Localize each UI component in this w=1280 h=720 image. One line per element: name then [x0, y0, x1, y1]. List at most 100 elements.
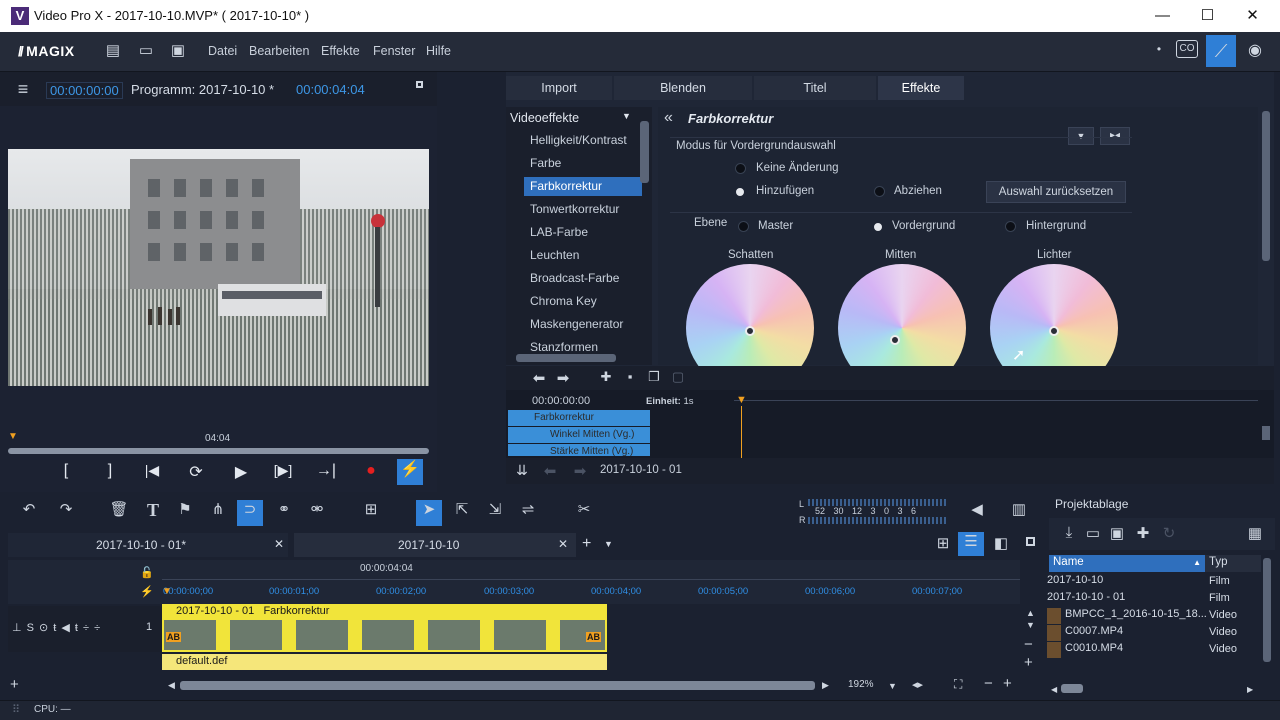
tab-titel[interactable]: Titel [754, 76, 876, 100]
save-icon[interactable]: ▣ [168, 41, 188, 59]
keyframe-playhead-icon[interactable]: ▼ [736, 394, 747, 406]
grid-view-icon[interactable]: ▦ [1245, 524, 1265, 542]
effect-helligkeit[interactable]: Helligkeit/Kontrast [524, 131, 642, 150]
play-range-button[interactable]: [▶] [266, 462, 300, 484]
track-scroll-up-icon[interactable]: ▲ [1026, 608, 1035, 618]
tab-close-icon-2[interactable]: ✕ [558, 537, 568, 551]
effect-chroma-key[interactable]: Chroma Key [524, 292, 642, 311]
close-button[interactable]: ✕ [1230, 4, 1275, 28]
kf-scrollbar[interactable] [1262, 426, 1270, 440]
wheel-schatten[interactable] [686, 264, 816, 366]
effect-farbkorrektur[interactable]: Farbkorrektur [524, 177, 642, 196]
effect-maskengenerator[interactable]: Maskengenerator [524, 315, 642, 334]
project-row-0[interactable]: 2017-10-10 Film [1047, 574, 1230, 587]
effects-list-hscrollbar[interactable] [516, 354, 616, 362]
col-type-header[interactable]: Typ [1205, 555, 1261, 572]
reset-selection-button[interactable]: Auswahl zurücksetzen [986, 181, 1126, 203]
add-track-icon[interactable]: + [10, 676, 19, 693]
add-item-icon[interactable]: ✚ [1133, 524, 1153, 542]
preview-timecode-left[interactable]: 00:00:00:00 [46, 82, 123, 99]
category-dropdown-icon[interactable]: ▼ [622, 111, 631, 121]
clip-transition-badge-out[interactable]: AB [586, 632, 601, 642]
timeline-playhead-icon[interactable]: ▼ [162, 586, 172, 597]
preview-scrubber[interactable] [8, 448, 429, 454]
zoom-dropdown-icon[interactable]: ▼ [888, 681, 897, 691]
play-button[interactable]: ▶ [228, 462, 254, 484]
col-name-header[interactable]: Name ▲ [1049, 555, 1205, 572]
go-to-start-button[interactable]: |◀ [139, 462, 165, 484]
loop-button[interactable]: ⟳ [183, 462, 209, 484]
radio-hinzufuegen[interactable] [736, 188, 744, 196]
track-scroll-down-icon[interactable]: ▼ [1026, 620, 1035, 630]
dot-icon[interactable]: • [1152, 42, 1166, 56]
redo-icon[interactable]: ↷ [53, 500, 79, 524]
render-button[interactable]: ⚡ [397, 459, 423, 485]
mark-in-button[interactable]: [ [53, 462, 79, 484]
arrow-left-icon[interactable]: ⬅ [528, 369, 550, 387]
hscroll-left-icon[interactable]: ◀ [168, 680, 175, 691]
project-bin-hscrollbar[interactable] [1061, 684, 1083, 693]
effects-list-scrollbar[interactable] [640, 121, 649, 183]
snap-flash-icon[interactable]: ⚡ [140, 585, 154, 598]
maximize-button[interactable]: ☐ [1185, 4, 1230, 28]
effects-category[interactable]: Videoeffekte [510, 111, 579, 125]
clip-transition-badge-in[interactable]: AB [166, 632, 181, 642]
track-controls[interactable]: ⊥ S ⊙ ŧ ◀ ŧ ÷ ÷ [12, 621, 101, 634]
add-tab-icon[interactable]: + [582, 535, 591, 553]
track-zoom-out-icon[interactable]: − [1024, 636, 1033, 653]
delete-keyframe-icon[interactable]: ▪ [620, 369, 640, 384]
radio-master[interactable] [738, 221, 749, 232]
settings-disc-icon[interactable]: ◉ [1244, 40, 1266, 60]
refresh-icon[interactable]: ↻ [1159, 524, 1179, 542]
audio-mixer-icon[interactable]: ▥ [1006, 500, 1032, 524]
menu-datei[interactable]: Datei [208, 44, 237, 58]
wheel-knob-schatten[interactable] [745, 326, 755, 336]
new-file-icon[interactable]: ▤ [104, 41, 122, 59]
stretch-icon[interactable]: ⇌ [515, 500, 541, 524]
cut-icon[interactable]: ✂ [571, 500, 597, 524]
hamburger-icon[interactable]: ≡ [12, 79, 34, 100]
multi-select-icon[interactable]: ⇲ [482, 500, 508, 524]
playhead-marker-icon[interactable]: ▼ [8, 431, 18, 442]
record-button[interactable]: ● [358, 462, 384, 484]
timeline-hscrollbar[interactable] [180, 681, 815, 690]
save-bin-icon[interactable]: ▣ [1107, 524, 1127, 542]
tab-blenden[interactable]: Blenden [614, 76, 752, 100]
zoom-level[interactable]: 192% [848, 679, 874, 690]
back-icon[interactable]: « [664, 109, 673, 127]
audio-clip[interactable]: default.def [162, 654, 607, 670]
radio-hintergrund[interactable] [1005, 221, 1016, 232]
nav-back-icon[interactable]: ⬅ [540, 462, 560, 480]
hscroll-right-icon[interactable]: ▶ [822, 680, 829, 691]
effect-lab-farbe[interactable]: LAB-Farbe [524, 223, 642, 242]
wheel-lichter[interactable] [990, 264, 1120, 366]
kf-row-farbkorrektur[interactable]: Farbkorrektur [508, 410, 650, 426]
effect-broadcast-farbe[interactable]: Broadcast-Farbe [524, 269, 642, 288]
range-tool-icon[interactable]: ⇱ [449, 500, 475, 524]
add-keyframe-icon[interactable]: ✚ [596, 369, 616, 385]
minimize-button[interactable]: — [1140, 4, 1185, 28]
radio-abziehen[interactable] [874, 186, 885, 197]
zoom-in-icon[interactable]: + [1003, 675, 1012, 692]
radio-keine-aenderung[interactable] [735, 163, 746, 174]
cloud-icon[interactable]: CO [1176, 40, 1198, 58]
volume-icon[interactable]: ◀ [964, 500, 990, 524]
title-tool-icon[interactable]: T [140, 500, 166, 524]
preview-timecode-right[interactable]: 00:00:04:04 [296, 82, 365, 97]
effect-leuchten[interactable]: Leuchten [524, 246, 642, 265]
delete-icon[interactable]: 🗑 [106, 500, 132, 524]
maximize-preview-icon[interactable] [416, 81, 423, 88]
storyboard-mode-icon[interactable]: ⊞ [930, 534, 956, 558]
collapse-icon[interactable]: ⇊ [512, 462, 532, 479]
arrow-right-icon[interactable]: ➡ [552, 369, 574, 387]
folder-icon[interactable]: ▭ [1083, 524, 1103, 542]
panel-scrollbar[interactable] [1262, 111, 1270, 261]
menu-effekte[interactable]: Effekte [321, 44, 360, 58]
video-clip[interactable]: 2017-10-10 - 01 Farbkorrektur AB AB [162, 604, 607, 652]
pointer-tool-icon[interactable]: ➤ [416, 500, 442, 526]
effect-farbe[interactable]: Farbe [524, 154, 642, 173]
menu-bearbeiten[interactable]: Bearbeiten [249, 44, 309, 58]
menu-hilfe[interactable]: Hilfe [426, 44, 451, 58]
wheel-knob-mitten[interactable] [890, 335, 900, 345]
tab-dropdown-icon[interactable]: ▼ [604, 539, 613, 549]
